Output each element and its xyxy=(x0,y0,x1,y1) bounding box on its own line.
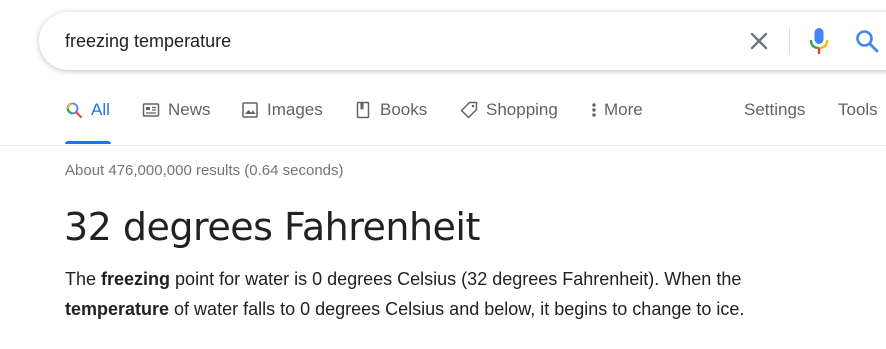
news-icon xyxy=(142,103,160,117)
search-box[interactable]: freezing temperature xyxy=(39,12,886,70)
more-vert-icon xyxy=(592,103,596,117)
tab-settings-label: Settings xyxy=(744,100,806,119)
search-input[interactable]: freezing temperature xyxy=(65,31,231,52)
tab-more[interactable]: More xyxy=(590,100,643,144)
tab-tools[interactable]: Tools xyxy=(838,100,878,144)
tabs-divider xyxy=(0,145,886,146)
search-icon xyxy=(66,102,82,118)
result-stats: About 476,000,000 results (0.64 seconds) xyxy=(65,162,344,179)
snippet-highlight: freezing xyxy=(101,269,171,289)
tab-all[interactable]: All xyxy=(65,100,111,144)
search-divider xyxy=(789,27,790,55)
snippet-line-1: The freezing point for water is 0 degree… xyxy=(65,264,875,294)
search-tabs: All News Images Books Shopping More Sett… xyxy=(0,100,886,146)
snippet-text: The xyxy=(65,269,102,289)
featured-snippet: The freezing point for water is 0 degree… xyxy=(65,264,875,324)
book-icon xyxy=(356,101,370,119)
tab-all-label: All xyxy=(91,100,110,119)
tab-shopping[interactable]: Shopping xyxy=(460,100,558,144)
featured-answer-title: 32 degrees Fahrenheit xyxy=(64,205,480,249)
tab-shopping-label: Shopping xyxy=(486,100,558,119)
snippet-line-2: temperature of water falls to 0 degrees … xyxy=(65,294,875,324)
search-icon[interactable] xyxy=(854,28,880,54)
tab-books-label: Books xyxy=(380,100,428,119)
tab-tools-label: Tools xyxy=(838,100,878,119)
microphone-icon[interactable] xyxy=(807,27,831,55)
tag-icon xyxy=(460,101,478,119)
image-icon xyxy=(242,102,258,118)
tab-settings[interactable]: Settings xyxy=(744,100,805,144)
tab-news[interactable]: News xyxy=(142,100,211,144)
tab-images[interactable]: Images xyxy=(241,100,323,144)
tab-books[interactable]: Books xyxy=(354,100,427,144)
snippet-highlight: temperature xyxy=(65,299,170,319)
tab-images-label: Images xyxy=(267,100,323,119)
snippet-text: point for water is 0 degrees Celsius (32… xyxy=(170,269,742,289)
tab-more-label: More xyxy=(604,100,643,119)
snippet-text: of water falls to 0 degrees Celsius and … xyxy=(169,299,745,319)
clear-icon[interactable] xyxy=(747,29,771,53)
tab-news-label: News xyxy=(168,100,211,119)
